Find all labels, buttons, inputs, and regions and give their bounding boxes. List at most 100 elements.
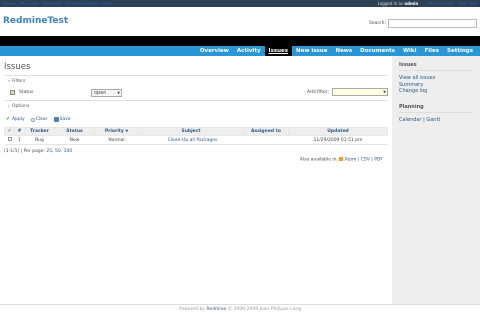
issue-updated: 11/29/2009 01:51 pm [288,135,388,145]
issue-id[interactable]: 1 [14,135,25,145]
site-title[interactable]: RedmineTest [3,16,68,26]
save-button[interactable]: Save [53,117,71,122]
filter-status-row: Status open ▼ Add filter: ▼ [4,86,388,99]
sidebar-issues-title: Issues [399,62,473,71]
sidebar: Issues View all issues Summary Change lo… [392,56,480,304]
tab-activity[interactable]: Activity [233,46,265,56]
sidebar-item-calendar[interactable]: Calendar [399,117,421,123]
issue-status: New [54,135,95,145]
select-all-header[interactable]: ✔ [4,127,15,136]
options-legend[interactable]: ▹ Options [4,101,388,111]
table-header-row: ✔ # Tracker Status Priority ▼ Subject As… [4,127,388,136]
search-input[interactable] [388,19,477,28]
tab-files[interactable]: Files [420,46,443,56]
table-row[interactable]: 1 Bug New Normal Clean-Up all Packages 1… [4,135,388,145]
top-menu-projects[interactable]: Projects [43,0,61,7]
col-updated-header[interactable]: Updated [288,127,388,136]
clear-button[interactable]: Clear [30,117,48,122]
sidebar-item-gantt[interactable]: Gantt [426,117,440,123]
logged-as: Logged in as admin [378,0,419,7]
checkmark-icon: ✔ [7,129,12,134]
issue-subject-link[interactable]: Clean-Up all Packages [168,138,218,143]
tab-settings[interactable]: Settings [443,46,477,56]
filters-legend[interactable]: ▿ Filters [4,76,388,86]
per-page-100[interactable]: 100 [64,149,73,154]
filters-legend-label: Filters [12,79,26,84]
save-icon [53,117,59,122]
reload-icon [30,117,35,122]
col-priority-header[interactable]: Priority ▼ [94,127,139,136]
per-page-50[interactable]: 50 [55,149,61,154]
logged-as-prefix: Logged in as [377,1,404,6]
tab-issues[interactable]: Issues [264,46,293,56]
col-assigned-header[interactable]: Assigned to [243,127,289,136]
main-menu: Overview Activity Issues New issue News … [0,46,480,56]
top-menu-left: Home My page Projects Administration Hel… [3,0,113,7]
filter-status-label: Status [19,90,34,95]
row-checkbox[interactable] [7,137,12,141]
apply-link[interactable]: Apply [12,117,25,122]
quick-search: Search: [369,19,477,28]
pagination-summary: (1-1/1) | Per page: [4,149,45,154]
clear-link[interactable]: Clear [36,117,48,122]
filters-fieldset: ▿ Filters Status open ▼ Add filter: ▼ [4,75,388,99]
my-account-link[interactable]: My account [428,0,454,7]
tab-documents[interactable]: Documents [356,46,399,56]
expand-arrow-icon: ▹ [8,103,11,108]
formats-prefix: Also available in: [299,157,339,163]
issue-assigned [243,135,289,145]
sort-desc-icon: ▼ [125,129,129,133]
sidebar-item-change-log[interactable]: Change log [399,88,473,95]
options-legend-label: Options [12,104,30,109]
footer-copyright: © 2006-2009 Jean-Philippe Lang [227,307,302,312]
filter-status-checkbox[interactable] [10,90,15,95]
sign-out-link[interactable]: Sign out [458,0,477,7]
page-title: Issues [4,62,31,72]
search-label: Search: [369,21,386,26]
col-subject-header[interactable]: Subject [138,127,244,136]
other-formats: Also available in: Atom | CSV | PDF [299,157,383,163]
tab-news[interactable]: News [331,46,356,56]
add-filter-select[interactable]: ▼ [332,88,388,96]
add-filter-label: Add filter: [307,89,330,95]
query-actions: ✔ Apply Clear Save [6,117,388,122]
logged-user[interactable]: admin [404,1,418,6]
filter-status-select[interactable]: open ▼ [91,88,122,97]
sidebar-planning-title: Planning [399,104,473,113]
issues-table: ✔ # Tracker Status Priority ▼ Subject As… [4,127,388,145]
col-tracker-header[interactable]: Tracker [24,127,55,136]
pagination: (1-1/1) | Per page: 25, 50, 100 [4,149,73,154]
col-status-header[interactable]: Status [54,127,95,136]
issue-id-link[interactable]: 1 [18,138,21,143]
top-menu-right: Logged in as admin My account Sign out [378,0,477,7]
header-dark-band [0,36,480,46]
csv-link[interactable]: CSV [361,158,370,163]
top-menu-help[interactable]: Help [103,0,113,7]
top-menu: Home My page Projects Administration Hel… [0,0,480,7]
sidebar-issues-links: View all issues Summary Change log [399,75,473,95]
chevron-down-icon: ▼ [117,90,120,95]
issue-subject[interactable]: Clean-Up all Packages [138,135,244,145]
issue-tracker: Bug [24,135,55,145]
per-page-25[interactable]: 25 [46,149,52,154]
tab-new-issue[interactable]: New issue [292,46,331,56]
apply-button[interactable]: ✔ Apply [6,116,25,123]
pdf-link[interactable]: PDF [374,158,383,163]
row-checkbox-cell [4,135,15,145]
options-fieldset: ▹ Options [4,100,388,111]
col-id-header[interactable]: # [14,127,25,136]
save-link[interactable]: Save [60,117,71,122]
col-priority-label: Priority [104,129,124,134]
tab-wiki[interactable]: Wiki [399,46,421,56]
footer: Powered by Redmine © 2006-2009 Jean-Phil… [0,304,480,315]
atom-link[interactable]: Atom [344,158,356,163]
add-filter: Add filter: ▼ [307,88,388,96]
top-menu-my-page[interactable]: My page [20,0,39,7]
filter-status-value: open [94,89,107,96]
footer-app-link[interactable]: Redmine [206,307,226,312]
top-menu-home[interactable]: Home [3,0,16,7]
checkmark-icon: ✔ [6,116,11,122]
top-menu-administration[interactable]: Administration [66,0,100,7]
feed-icon [339,157,344,161]
tab-overview[interactable]: Overview [196,46,233,56]
